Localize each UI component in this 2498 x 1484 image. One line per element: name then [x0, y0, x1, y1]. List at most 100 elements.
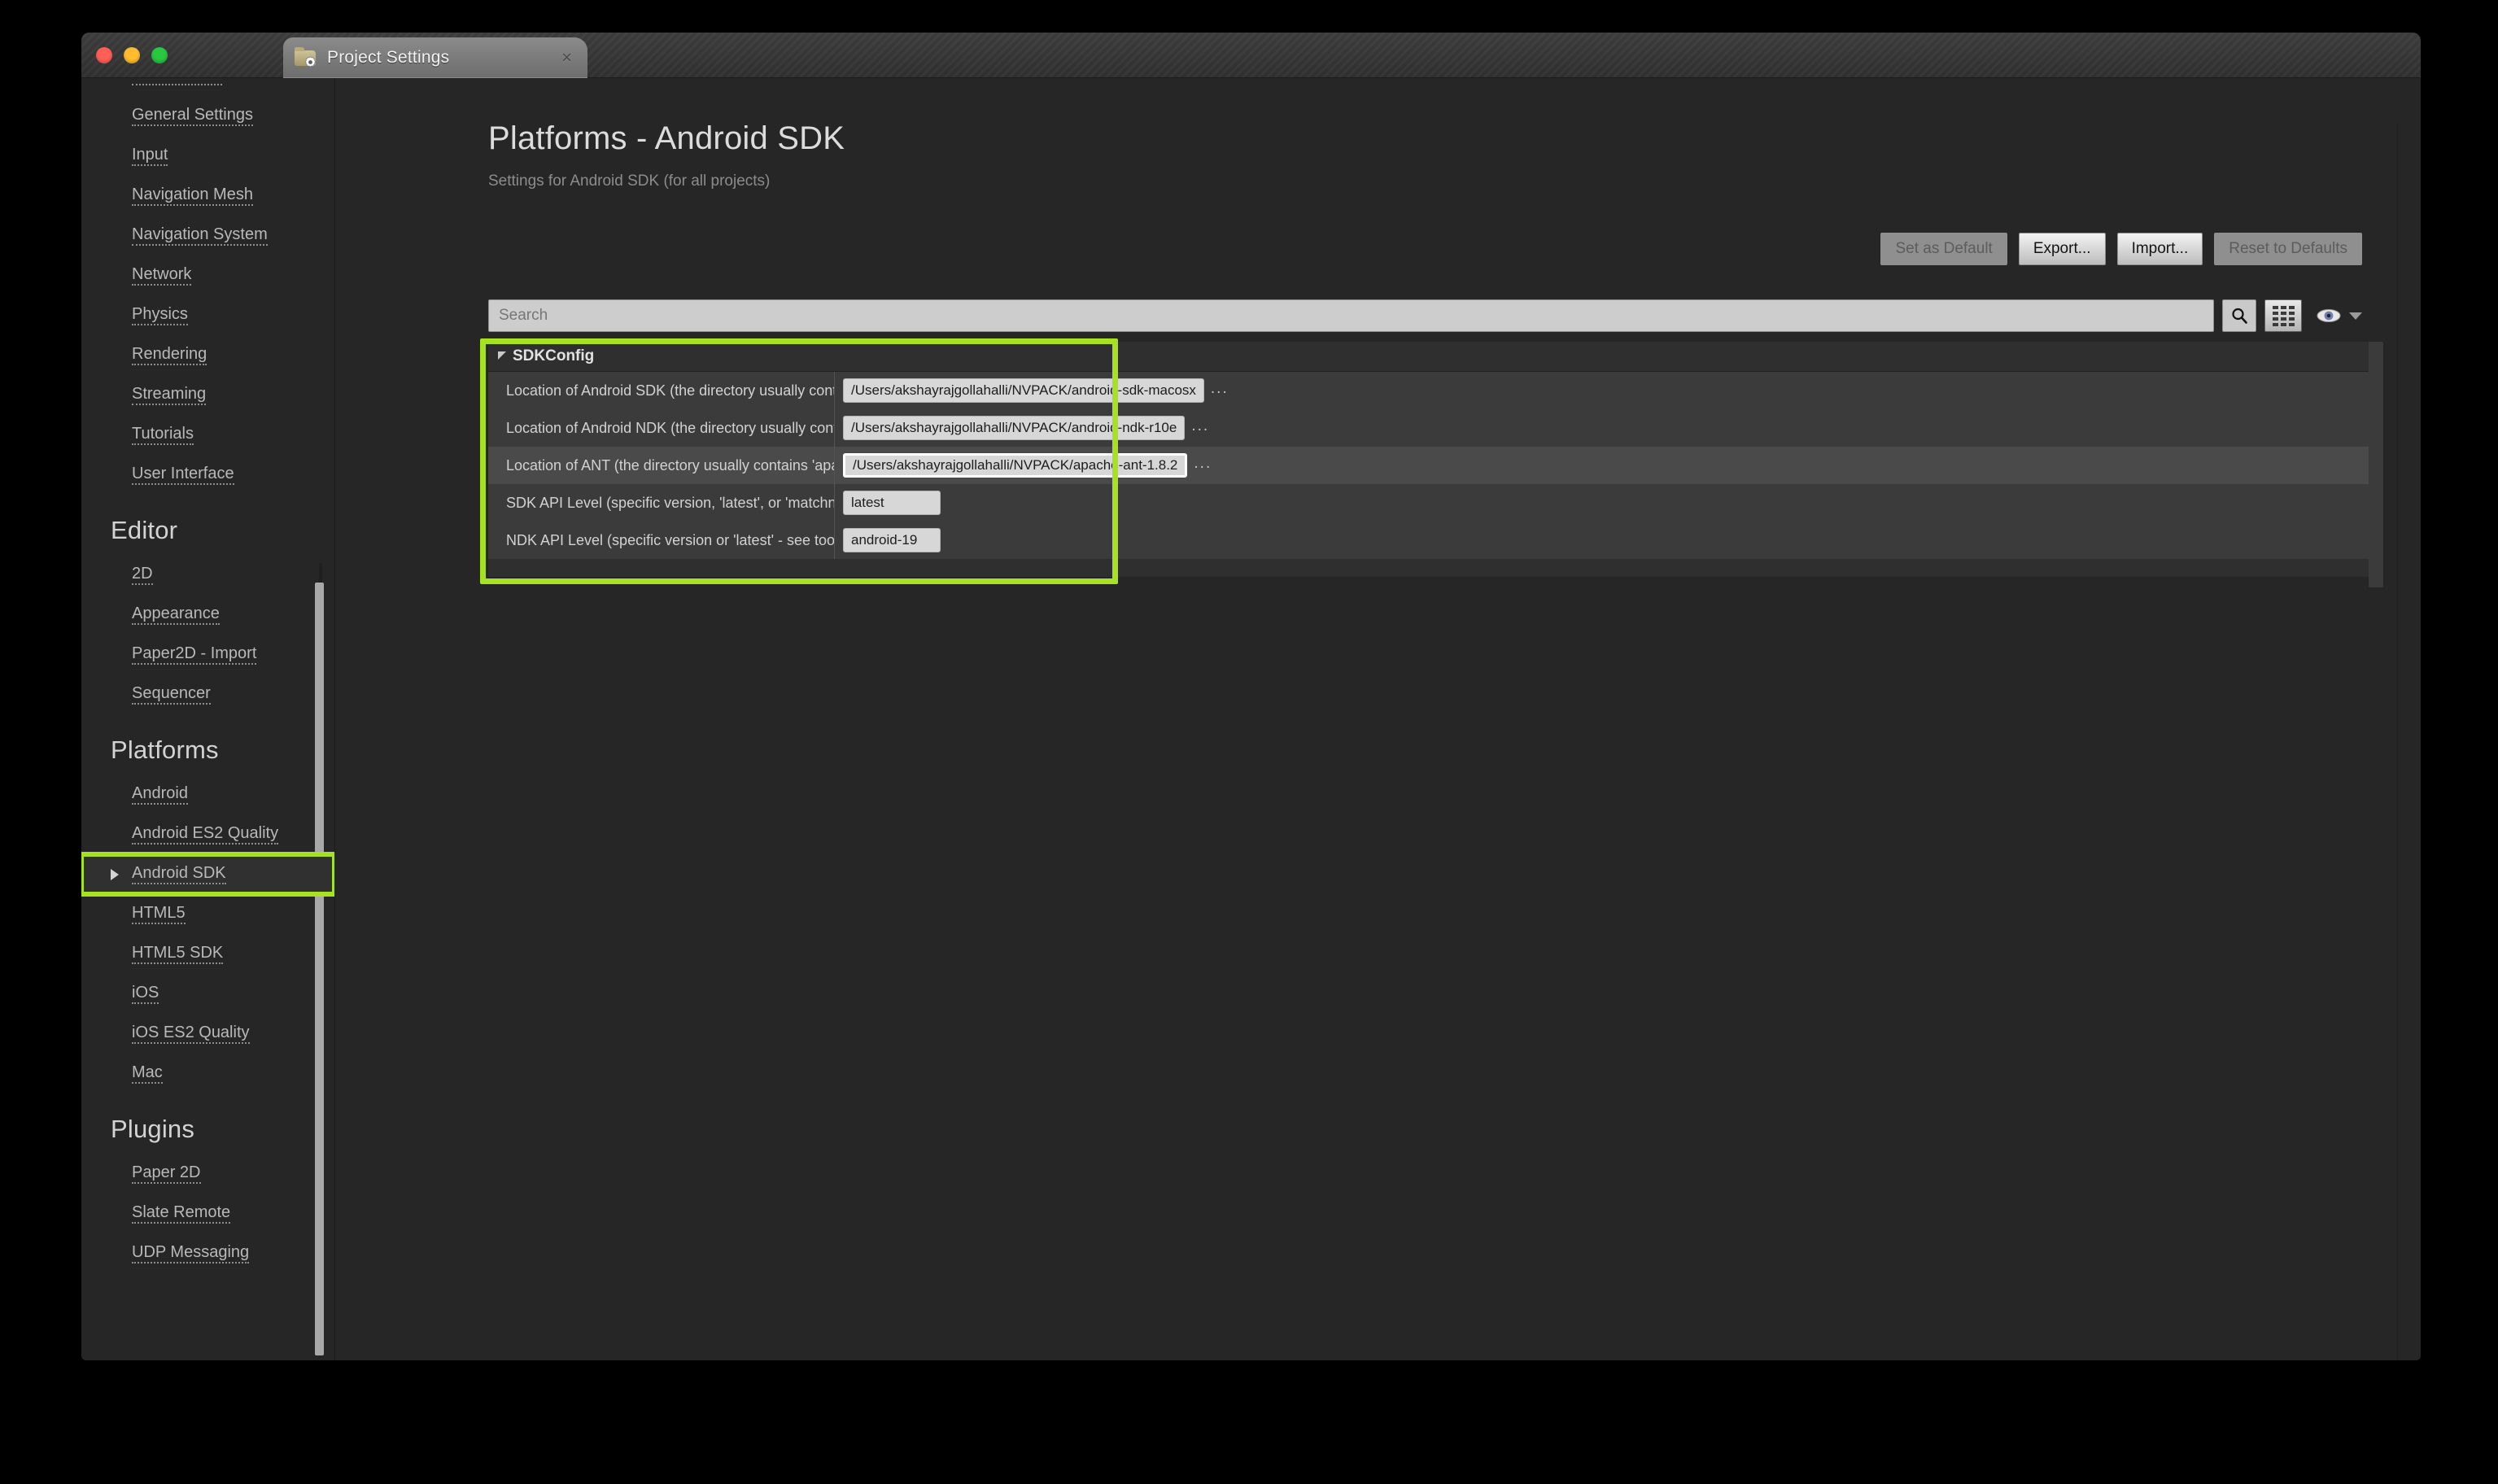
browse-ellipsis-button[interactable]: ... [1211, 381, 1229, 401]
column-divider [834, 447, 835, 484]
sidebar-item-clipped[interactable] [81, 78, 334, 95]
sidebar-item-paper-2d[interactable]: Paper 2D [81, 1154, 334, 1194]
sidebar-item-label: HTML5 [132, 905, 186, 924]
chevron-down-icon [2349, 312, 2362, 320]
sidebar-item-paper2d-import[interactable]: Paper2D - Import [81, 635, 334, 674]
sidebar-item-navigation-mesh[interactable]: Navigation Mesh [81, 176, 334, 216]
property-label: NDK API Level (specific version or 'late… [506, 531, 834, 548]
window-titlebar: Project Settings × [81, 33, 2421, 78]
grid-glyph [2272, 305, 2295, 326]
ndk-api-level-input[interactable]: android-19 [843, 528, 941, 552]
sidebar-scroll-content: General Settings Input Navigation Mesh N… [81, 78, 334, 1360]
reset-to-defaults-button[interactable]: Reset to Defaults [2214, 233, 2362, 265]
tab-project-settings[interactable]: Project Settings × [283, 37, 587, 78]
search-input[interactable]: Search [488, 299, 2214, 332]
sidebar-item-user-interface[interactable]: User Interface [81, 455, 334, 495]
sidebar-clipped-item [81, 78, 334, 96]
ant-path-input[interactable]: /Users/akshayrajgollahalli/NVPACK/apache… [843, 453, 1188, 478]
property-value-cell: /Users/akshayrajgollahalli/NVPACK/apache… [834, 453, 1212, 478]
main-panel-right-edge [2397, 124, 2398, 1360]
visibility-options-button[interactable] [2310, 307, 2362, 325]
sidebar-item-slate-remote[interactable]: Slate Remote [81, 1194, 334, 1233]
table-row: NDK API Level (specific version or 'late… [488, 522, 2374, 559]
property-value-cell: android-19 [834, 528, 941, 552]
sidebar-heading-plugins: Plugins [111, 1115, 195, 1143]
sidebar-item-network[interactable]: Network [81, 255, 334, 295]
table-row: Location of Android SDK (the directory u… [488, 372, 2374, 409]
sidebar-item-label: Input [132, 146, 168, 166]
sidebar-item-ios-es2-quality[interactable]: iOS ES2 Quality [81, 1014, 334, 1054]
close-window-button[interactable] [96, 47, 112, 63]
main-scrollbar[interactable] [2369, 342, 2383, 587]
sidebar-item-android[interactable]: Android [81, 775, 334, 814]
grid-view-icon[interactable] [2264, 299, 2302, 332]
sidebar-item-physics[interactable]: Physics [81, 295, 334, 335]
property-value-cell: latest [834, 491, 941, 515]
sidebar-item-label: Android [132, 785, 188, 805]
sidebar-item-label: Streaming [132, 386, 207, 405]
chevron-right-icon [111, 868, 119, 880]
sidebar-item-general-settings[interactable]: General Settings [81, 96, 334, 136]
magnifier-icon[interactable] [2222, 299, 2256, 332]
android-ndk-path-input[interactable]: /Users/akshayrajgollahalli/NVPACK/androi… [843, 416, 1186, 440]
sidebar-item-label: Tutorials [132, 426, 194, 445]
sidebar-item-udp-messaging[interactable]: UDP Messaging [81, 1233, 334, 1273]
sidebar-item-android-es2-quality[interactable]: Android ES2 Quality [81, 814, 334, 854]
minimize-window-button[interactable] [124, 47, 140, 63]
sidebar-item-rendering[interactable]: Rendering [81, 335, 334, 375]
tab-label: Project Settings [327, 48, 450, 67]
search-placeholder: Search [499, 307, 548, 324]
sidebar-item-label: Mac [132, 1064, 163, 1084]
sidebar-item-appearance[interactable]: Appearance [81, 595, 334, 635]
sidebar-item-label: iOS [132, 984, 159, 1004]
close-icon[interactable]: × [557, 47, 576, 68]
sidebar-item-label: Paper2D - Import [132, 645, 257, 665]
sidebar-item-mac[interactable]: Mac [81, 1054, 334, 1093]
sdk-api-level-input[interactable]: latest [843, 491, 941, 515]
table-row: Location of ANT (the directory usually c… [488, 447, 2374, 484]
sidebar-item-ios[interactable]: iOS [81, 974, 334, 1014]
gear-icon [304, 56, 317, 68]
property-table: SDKConfig Location of Android SDK (the d… [480, 338, 2374, 584]
sidebar-item-html5-sdk[interactable]: HTML5 SDK [81, 934, 334, 974]
android-sdk-path-input[interactable]: /Users/akshayrajgollahalli/NVPACK/androi… [843, 378, 1204, 403]
sidebar-item-label: Navigation System [132, 226, 268, 246]
sidebar-item-navigation-system[interactable]: Navigation System [81, 216, 334, 255]
column-divider [834, 409, 835, 447]
property-value-cell: /Users/akshayrajgollahalli/NVPACK/androi… [834, 416, 1209, 440]
sidebar-item-label: Android ES2 Quality [132, 825, 279, 845]
import-button[interactable]: Import... [2116, 233, 2203, 265]
export-button[interactable]: Export... [2018, 233, 2106, 265]
sidebar-item-label: Rendering [132, 346, 207, 365]
magnifier-glyph [2232, 308, 2247, 324]
sidebar-item-label: Sequencer [132, 685, 211, 705]
sidebar-item-2d[interactable]: 2D [81, 555, 334, 595]
category-name: SDKConfig [513, 347, 595, 364]
sidebar-item-label: 2D [132, 565, 153, 585]
maximize-window-button[interactable] [151, 47, 168, 63]
sidebar-item-android-sdk[interactable]: Android SDK [81, 852, 334, 897]
sidebar-item-label: General Settings [132, 107, 253, 126]
sidebar-heading-editor: Editor [111, 516, 178, 544]
property-label: Location of Android NDK (the directory u… [506, 419, 834, 436]
sidebar-scrollbar-track [319, 563, 322, 584]
eye-icon [2317, 309, 2341, 322]
sidebar-item-sequencer[interactable]: Sequencer [81, 674, 334, 714]
browse-ellipsis-button[interactable]: ... [1191, 418, 1209, 439]
category-header-sdkconfig[interactable]: SDKConfig [488, 342, 2374, 372]
sidebar-item-streaming[interactable]: Streaming [81, 375, 334, 415]
sidebar-scrollbar[interactable] [315, 583, 324, 1355]
expand-triangle-icon [498, 351, 506, 360]
set-as-default-button[interactable]: Set as Default [1880, 233, 2007, 265]
settings-sidebar: General Settings Input Navigation Mesh N… [81, 78, 335, 1360]
sidebar-item-label: Slate Remote [132, 1204, 231, 1224]
sidebar-item-label: Navigation Mesh [132, 186, 253, 206]
property-label: Location of Android SDK (the directory u… [506, 382, 834, 399]
browse-ellipsis-button[interactable]: ... [1194, 456, 1212, 476]
sidebar-item-tutorials[interactable]: Tutorials [81, 415, 334, 455]
window-body: General Settings Input Navigation Mesh N… [81, 78, 2421, 1360]
sidebar-item-input[interactable]: Input [81, 136, 334, 176]
property-value-cell: /Users/akshayrajgollahalli/NVPACK/androi… [834, 378, 1229, 403]
sidebar-heading-platforms: Platforms [111, 735, 219, 764]
sidebar-item-html5[interactable]: HTML5 [81, 894, 334, 934]
